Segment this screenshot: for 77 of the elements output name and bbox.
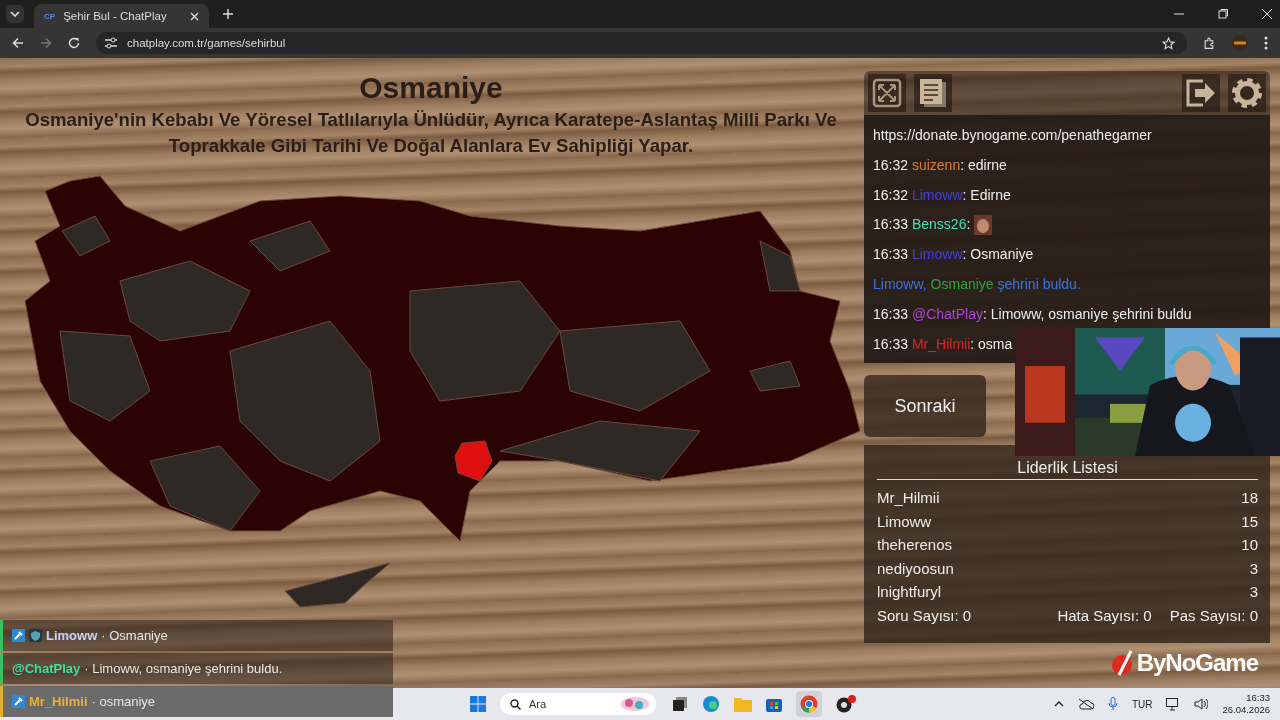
settings-button[interactable]: [1228, 74, 1266, 112]
player-name: theherenos: [877, 535, 953, 556]
chat-message: 16:32 suizenn: edirne: [873, 155, 1008, 175]
start-icon[interactable]: [470, 696, 486, 712]
logo-icon: [1110, 649, 1135, 677]
favicon: CP: [44, 11, 56, 21]
chevron-up-icon[interactable]: [1053, 701, 1064, 707]
reload-icon[interactable]: [68, 37, 80, 49]
chat-username: Mr_Hilmii: [29, 694, 88, 709]
tab-title: Şehir Bul - ChatPlay: [63, 10, 168, 22]
next-button[interactable]: Sonraki: [864, 375, 986, 437]
menu-icon[interactable]: [1264, 36, 1268, 50]
chat-username: @ChatPlay: [12, 661, 81, 676]
stat-label: Pas Sayısı: 0: [1169, 605, 1258, 626]
expand-icon: [872, 78, 902, 108]
emote-icon: [974, 215, 993, 236]
player-name: nediyoosun: [877, 558, 954, 579]
chat-message: 16:33 Benss26:: [873, 215, 971, 235]
cloud-off-icon[interactable]: [1077, 698, 1094, 710]
fullscreen-button[interactable]: [868, 74, 906, 112]
system-message: Limoww, Osmaniye şehrini buldu.: [873, 275, 1082, 294]
player-name: lnightfuryl: [877, 582, 942, 603]
logo-text: ByNoGame: [1136, 649, 1258, 677]
close-icon[interactable]: [1262, 9, 1272, 19]
exit-icon: [1185, 78, 1217, 108]
language-indicator[interactable]: TUR: [1131, 698, 1153, 710]
leaderboard-title: Liderlik Listesi: [877, 459, 1258, 480]
clock-date[interactable]: 26.04.2026: [1222, 704, 1270, 716]
player-score: 18: [1241, 488, 1258, 508]
chat-text: · Osmaniye: [101, 628, 168, 643]
player-score: 15: [1241, 511, 1258, 532]
site-info-icon: [104, 37, 118, 49]
chat-text: · Limoww, osmaniye şehrini buldu.: [84, 661, 283, 676]
document-icon: [919, 78, 947, 108]
network-icon[interactable]: [1166, 697, 1181, 711]
player-score: 3: [1249, 558, 1258, 579]
chevron-icon: [10, 11, 20, 17]
chat-message: 16:33 Limoww: Osmaniye: [873, 245, 1035, 265]
search-field[interactable]: Ara: [500, 693, 656, 715]
restore-icon[interactable]: [1218, 9, 1228, 19]
browser-app-icon[interactable]: [702, 695, 720, 713]
exit-button[interactable]: [1182, 74, 1220, 112]
city-title: Osmaniye: [359, 71, 503, 105]
player-name: Limoww: [877, 511, 932, 532]
speaker-icon[interactable]: [1194, 698, 1209, 710]
chrome-app-icon[interactable]: [796, 691, 822, 717]
close-icon[interactable]: [190, 11, 199, 21]
tab-list-button[interactable]: [6, 5, 24, 23]
player-name: Mr_Hilmii: [877, 488, 940, 508]
player-score: 3: [1249, 582, 1258, 603]
settings-icon: [1231, 77, 1263, 109]
chat-message: 16:32 Limoww: Edirne: [873, 185, 1012, 205]
microphone-icon[interactable]: [1107, 697, 1118, 711]
chat-text: · osmaniye: [91, 694, 156, 709]
chat-message: 16:33 Mr_Hilmii: osma: [873, 334, 1014, 354]
city-description: Osmaniye'nin Kebabı Ve Yöresel Tatlılarıyla Ünlüdür, Ayrıca Karatepe-Aslantaş Milli Parkı Ve Toprakkale Gibi Tarihi Ve Doğal Alanlara Ev Sahipliği Yapar.: [24, 108, 838, 158]
notes-button[interactable]: [914, 74, 952, 112]
chat-username: Limoww: [46, 628, 98, 643]
chat-message: 16:33 @ChatPlay: Limoww, osmaniye şehrini buldu: [873, 304, 1193, 324]
stat-label: Soru Sayısı: 0: [877, 605, 972, 626]
player-score: 10: [1241, 535, 1258, 556]
new-tab-icon[interactable]: [223, 9, 233, 19]
profile-avatar-icon[interactable]: [1232, 35, 1248, 51]
browser-tab[interactable]: CP Şehir Bul - ChatPlay: [34, 4, 209, 28]
bookmark-star-icon[interactable]: [1162, 36, 1175, 50]
clock-time[interactable]: 16:33: [1246, 692, 1270, 704]
task-view-icon[interactable]: [672, 696, 688, 712]
back-icon[interactable]: [12, 37, 24, 49]
store-icon[interactable]: [766, 696, 782, 712]
recorder-app-icon[interactable]: [836, 695, 856, 713]
url-text: chatplay.com.tr/games/sehirbul: [127, 37, 286, 49]
search-placeholder: Ara: [529, 698, 547, 710]
extensions-icon[interactable]: [1203, 36, 1216, 50]
address-field[interactable]: chatplay.com.tr/games/sehirbul: [96, 32, 1187, 54]
search-icon: [510, 698, 521, 710]
chat-message: https://donate.bynogame.com/penathegamer: [873, 126, 1153, 145]
stat-label: Hata Sayısı: 0: [1057, 605, 1152, 626]
